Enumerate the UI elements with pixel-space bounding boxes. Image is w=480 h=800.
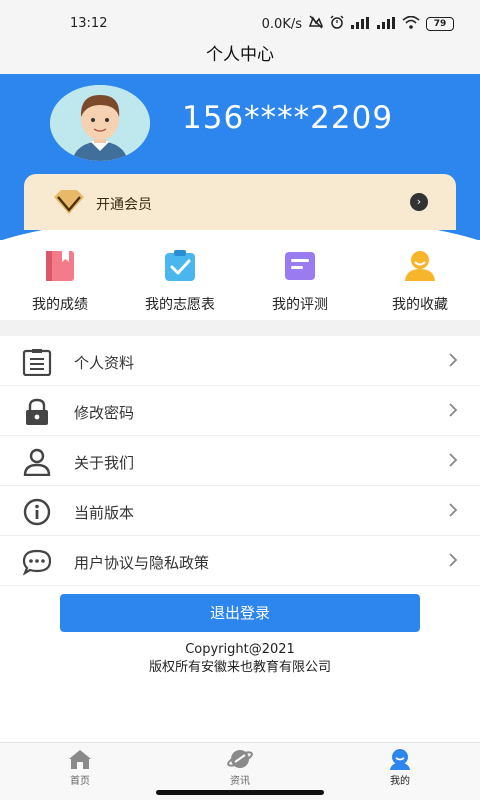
vip-card[interactable]: 开通会员 ›	[24, 174, 456, 230]
section-divider	[0, 320, 480, 336]
menu-item-policy[interactable]: 用户协议与隐私政策	[0, 536, 480, 586]
me-icon	[387, 748, 413, 770]
avatar[interactable]	[50, 85, 150, 161]
home-icon	[67, 748, 93, 770]
grid-label: 我的评测	[272, 297, 328, 313]
document-lines-icon	[282, 248, 318, 284]
menu-label: 个人资料	[74, 354, 135, 372]
menu-item-profile[interactable]: 个人资料	[0, 336, 480, 386]
grid-item-scores[interactable]: 我的成绩	[0, 240, 120, 320]
settings-menu: 个人资料 修改密码 关于我们 当前版本 用户协议与隐私政策	[0, 336, 480, 586]
net-speed: 0.0K/s	[261, 16, 302, 32]
menu-item-version[interactable]: 当前版本	[0, 486, 480, 536]
user-icon	[22, 448, 52, 477]
profile-list-icon	[22, 348, 52, 377]
menu-item-password[interactable]: 修改密码	[0, 386, 480, 436]
menu-label: 用户协议与隐私政策	[74, 554, 210, 572]
signal-icon	[376, 16, 396, 32]
arrow-right-icon: ›	[410, 193, 428, 211]
copyright-text: Copyright@2021 版权所有安徽来也教育有限公司	[0, 641, 480, 677]
wifi-icon	[402, 15, 420, 33]
menu-label: 当前版本	[74, 504, 135, 522]
chevron-right-icon	[448, 402, 458, 418]
user-phone: 156****2209	[182, 100, 394, 136]
status-indicators: 0.0K/s 79	[262, 15, 454, 33]
page-header: 个人中心	[0, 44, 480, 74]
page-title: 个人中心	[206, 45, 274, 65]
lock-icon	[22, 398, 52, 426]
menu-label: 关于我们	[74, 454, 135, 472]
grid-item-favorites[interactable]: 我的收藏	[360, 240, 480, 320]
tab-me[interactable]: 我的	[320, 743, 480, 800]
grid-label: 我的收藏	[392, 297, 448, 313]
info-icon	[22, 498, 52, 526]
signal-icon	[350, 16, 370, 32]
planet-icon	[227, 748, 253, 770]
grid-label: 我的志愿表	[145, 297, 215, 313]
tab-label: 我的	[390, 776, 410, 787]
mute-icon	[308, 15, 324, 33]
status-time: 13:12	[70, 16, 108, 31]
person-favorite-icon	[402, 248, 438, 284]
tab-home[interactable]: 首页	[0, 743, 160, 800]
battery-icon: 79	[426, 17, 454, 31]
status-bar: 13:12 0.0K/s 79	[0, 0, 480, 44]
copyright-line: Copyright@2021	[185, 642, 295, 657]
company-line: 版权所有安徽来也教育有限公司	[148, 660, 331, 675]
logout-button[interactable]: 退出登录	[60, 594, 420, 632]
clipboard-check-icon	[162, 248, 198, 284]
chevron-right-icon	[448, 352, 458, 368]
diamond-icon	[52, 189, 86, 215]
tab-label: 资讯	[230, 776, 250, 787]
chevron-right-icon	[448, 552, 458, 568]
grid-item-evaluation[interactable]: 我的评测	[240, 240, 360, 320]
alarm-icon	[330, 15, 344, 33]
home-indicator	[156, 790, 324, 795]
chevron-right-icon	[448, 452, 458, 468]
book-icon	[42, 248, 78, 284]
chat-dots-icon	[22, 548, 52, 576]
tab-label: 首页	[70, 776, 90, 787]
grid-item-wishlist[interactable]: 我的志愿表	[120, 240, 240, 320]
menu-label: 修改密码	[74, 404, 135, 422]
vip-label: 开通会员	[96, 197, 152, 213]
quick-grid: 我的成绩 我的志愿表 我的评测 我的收藏	[0, 240, 480, 320]
grid-label: 我的成绩	[32, 297, 88, 313]
chevron-right-icon	[448, 502, 458, 518]
menu-item-about[interactable]: 关于我们	[0, 436, 480, 486]
